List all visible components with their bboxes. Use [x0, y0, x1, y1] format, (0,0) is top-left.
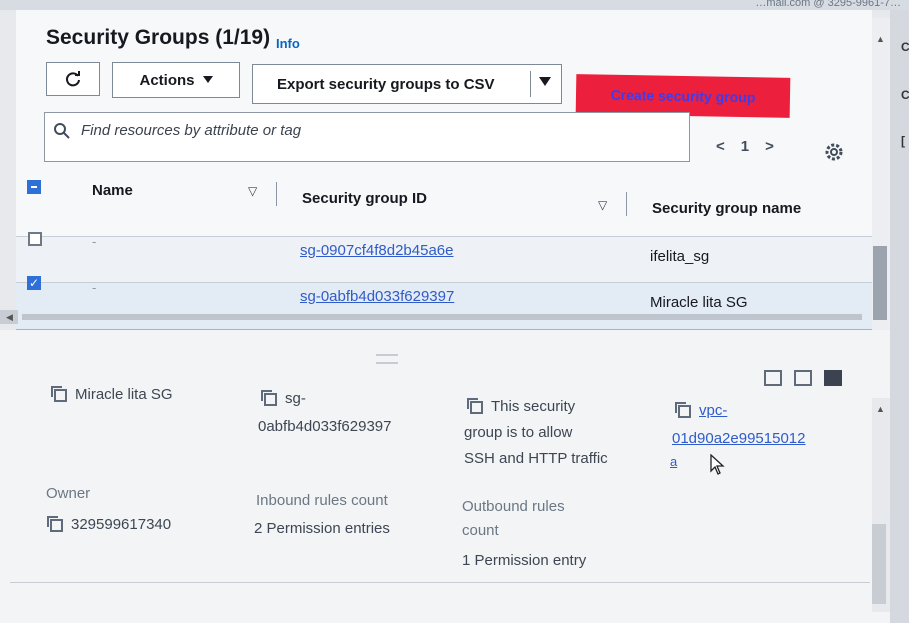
detail-description-line2: group is to allow: [464, 424, 573, 441]
account-email: …mail.com @ 3295-9961-7…: [755, 0, 901, 9]
layout-full-icon[interactable]: [824, 370, 842, 386]
sort-icon[interactable]: ▽: [248, 184, 257, 198]
search-icon: [54, 123, 70, 139]
sg-id-link[interactable]: sg-0907cf4f8d2b45a6e: [300, 242, 453, 259]
detail-description-line1: This security: [491, 398, 576, 415]
export-csv-button[interactable]: Export security groups to CSV: [252, 64, 562, 104]
info-link[interactable]: Info: [276, 36, 300, 51]
detail-vpc: vpc-: [675, 401, 727, 419]
page-title: Security Groups (1/19): [46, 26, 270, 50]
adjacent-panel-letter: C: [901, 40, 909, 54]
scroll-up-icon[interactable]: ▲: [876, 34, 885, 44]
layout-side-icon[interactable]: [794, 370, 812, 386]
column-header-sg-name[interactable]: Security group name: [652, 200, 801, 217]
layout-switcher: [764, 370, 842, 386]
actions-button[interactable]: Actions: [112, 62, 240, 98]
sg-name-cell: ifelita_sg: [650, 248, 710, 265]
export-label: Export security groups to CSV: [277, 75, 495, 93]
resize-handle[interactable]: [376, 354, 398, 364]
row-checkbox-checked[interactable]: ✓: [27, 276, 41, 290]
copy-icon[interactable]: [51, 385, 67, 402]
name-cell: -: [92, 234, 97, 249]
column-header-sg-id[interactable]: Security group ID: [302, 190, 427, 207]
actions-label: Actions: [139, 71, 195, 89]
page-title-text: Security Groups: [46, 26, 210, 49]
search-input[interactable]: Find resources by attribute or tag: [44, 112, 690, 162]
copy-icon[interactable]: [261, 389, 277, 406]
column-header-name[interactable]: Name: [92, 182, 133, 199]
search-placeholder: Find resources by attribute or tag: [81, 122, 302, 139]
sg-id-link[interactable]: sg-0abfb4d033f629397: [300, 288, 454, 305]
selection-count: (1/19): [215, 26, 271, 49]
caret-down-icon[interactable]: [539, 77, 551, 87]
owner-value: 329599617340: [47, 515, 172, 533]
horizontal-scrollbar[interactable]: [22, 314, 862, 320]
prev-page-button[interactable]: <: [716, 138, 725, 155]
refresh-button[interactable]: [46, 62, 100, 96]
outbound-rules-value: 1 Permission entry: [462, 552, 587, 569]
column-separator[interactable]: [626, 192, 627, 216]
inbound-rules-value: 2 Permission entries: [254, 520, 390, 537]
owner-value-text: 329599617340: [71, 516, 172, 533]
name-cell: -: [92, 280, 97, 295]
outbound-rules-label-line1: Outbound rules: [462, 498, 565, 515]
detail-sg-id-line1: sg-: [285, 390, 306, 407]
browser-top-strip: …mail.com @ 3295-9961-7…: [0, 0, 909, 10]
outbound-rules-label-line2: count: [462, 522, 499, 539]
copy-icon[interactable]: [675, 401, 691, 418]
vpc-link-line3[interactable]: a: [670, 454, 677, 469]
inbound-rules-label: Inbound rules count: [256, 492, 388, 509]
mouse-cursor-icon: [710, 454, 725, 475]
next-page-button[interactable]: >: [765, 138, 774, 155]
detail-description-line3: SSH and HTTP traffic: [464, 450, 608, 467]
copy-icon[interactable]: [467, 397, 483, 414]
split-divider: [530, 71, 531, 97]
create-label: Create security group: [610, 86, 756, 106]
row-checkbox[interactable]: [28, 232, 42, 246]
detail-vertical-scrollbar-thumb[interactable]: [872, 524, 886, 604]
adjacent-panel-letter: [: [901, 134, 905, 148]
scroll-up-icon[interactable]: ▲: [876, 404, 885, 414]
scroll-left-icon[interactable]: ◀: [6, 312, 13, 323]
layout-bottom-icon[interactable]: [764, 370, 782, 386]
vertical-scrollbar-thumb[interactable]: [873, 246, 887, 320]
adjacent-panel-letter: C: [901, 88, 909, 102]
pagination: < 1 >: [716, 138, 774, 155]
refresh-icon: [66, 71, 80, 87]
detail-sg-id-line2: 0abfb4d033f629397: [258, 418, 392, 435]
gear-icon[interactable]: [824, 142, 844, 162]
detail-divider: [10, 582, 870, 583]
select-all-checkbox[interactable]: [27, 180, 41, 194]
column-separator[interactable]: [276, 182, 277, 206]
detail-name-value: Miracle lita SG: [75, 386, 173, 403]
sort-icon[interactable]: ▽: [598, 198, 607, 212]
owner-label: Owner: [46, 485, 91, 502]
sg-name-cell: Miracle lita SG: [650, 294, 748, 311]
vpc-link-line1[interactable]: vpc-: [699, 402, 727, 419]
vpc-link-line2[interactable]: 01d90a2e99515012: [672, 430, 805, 447]
detail-sg-id: sg-: [261, 389, 306, 407]
detail-description: This security: [467, 397, 576, 415]
caret-down-icon: [202, 76, 213, 83]
detail-name: Miracle lita SG: [51, 385, 173, 403]
copy-icon[interactable]: [47, 515, 63, 532]
current-page[interactable]: 1: [741, 138, 749, 155]
